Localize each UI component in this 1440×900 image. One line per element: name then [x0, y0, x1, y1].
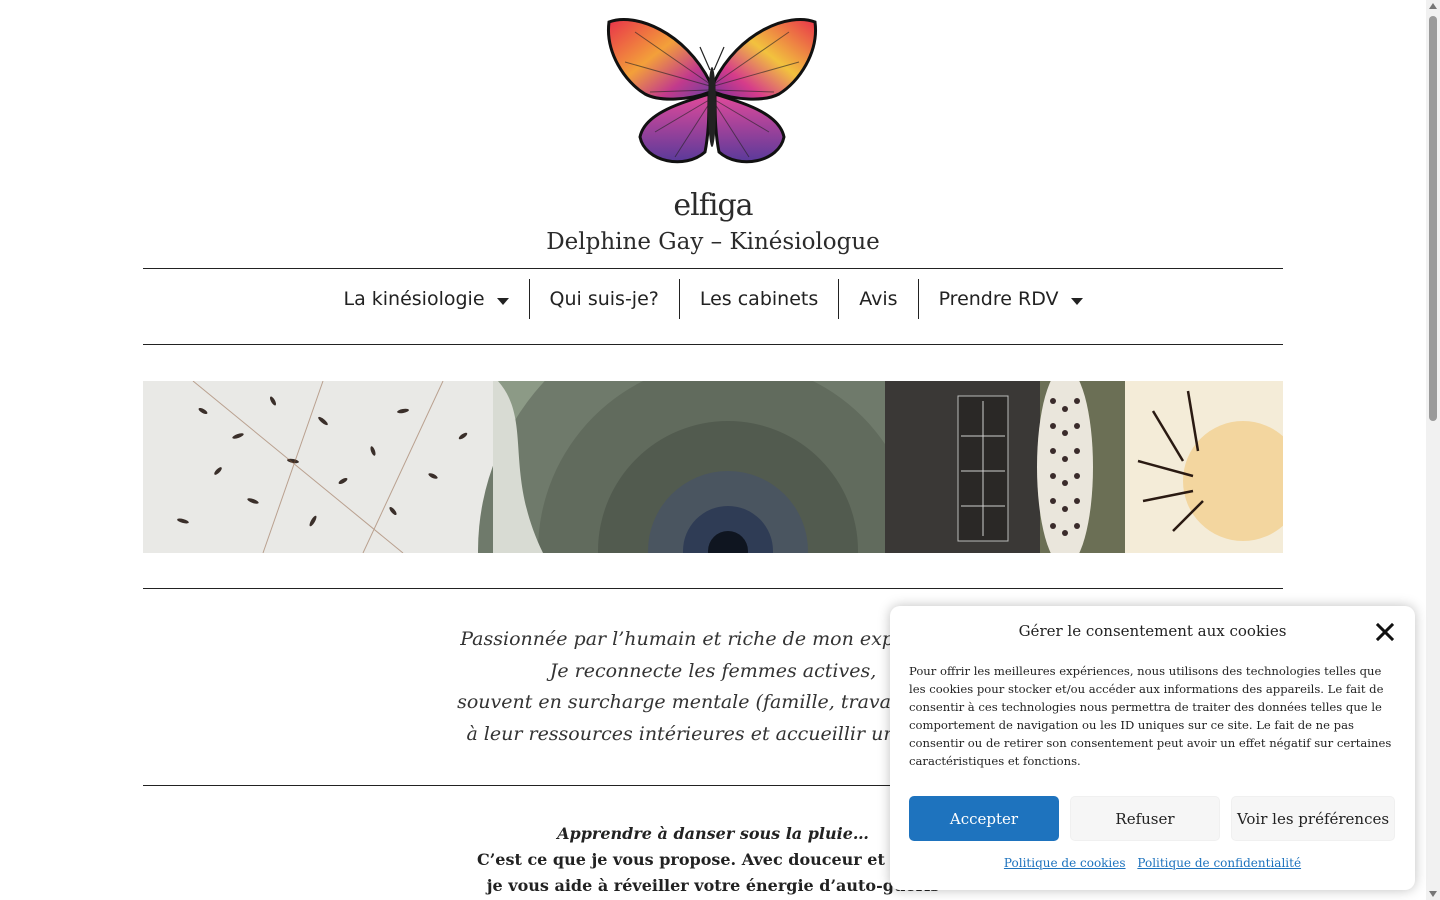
nav-item-qui-suis-je[interactable]: Qui suis-je? — [530, 279, 679, 319]
cookie-policy-link[interactable]: Politique de cookies — [1004, 856, 1126, 870]
accept-button[interactable]: Accepter — [909, 796, 1059, 841]
hero-banner-image — [143, 381, 1283, 553]
nav-item-prendre-rdv[interactable]: Prendre RDV — [919, 279, 1103, 319]
scrollbar-thumb[interactable] — [1429, 16, 1437, 421]
site-logo[interactable]: elfiga Delphine Gay – Kinésiologue — [143, 0, 1283, 268]
privacy-policy-link[interactable]: Politique de confidentialité — [1137, 856, 1301, 870]
nav-item-label: Qui suis-je? — [549, 288, 659, 310]
main-navigation: La kinésiologie Qui suis-je? Les cabinet… — [143, 279, 1283, 319]
deny-button[interactable]: Refuser — [1070, 796, 1220, 841]
nav-item-label: Les cabinets — [699, 288, 819, 310]
page-scrollbar[interactable] — [1426, 0, 1440, 900]
cookie-dialog-title: Gérer le consentement aux cookies — [1018, 622, 1287, 640]
view-preferences-button[interactable]: Voir les préférences — [1231, 796, 1395, 841]
nav-divider — [143, 344, 1283, 345]
nav-item-kinesiologie[interactable]: La kinésiologie — [324, 279, 529, 319]
scroll-up-arrow-icon[interactable] — [1429, 3, 1437, 9]
brand-subtitle: Delphine Gay – Kinésiologue — [546, 229, 880, 255]
cookie-policy-links: Politique de cookies Politique de confid… — [890, 856, 1415, 870]
nav-item-label: La kinésiologie — [343, 288, 485, 310]
close-icon[interactable] — [1375, 622, 1395, 642]
cookie-dialog-body: Pour offrir les meilleures expériences, … — [909, 664, 1392, 768]
butterfly-logo-icon — [606, 18, 818, 164]
caret-down-icon — [496, 297, 509, 305]
header-divider — [143, 268, 1283, 269]
nav-item-label: Prendre RDV — [938, 288, 1059, 310]
brand-name: elfiga — [673, 188, 753, 223]
caret-down-icon — [1070, 297, 1083, 305]
nav-item-label: Avis — [859, 288, 898, 310]
nav-item-avis[interactable]: Avis — [839, 279, 917, 319]
section-divider — [143, 588, 1283, 589]
nav-item-cabinets[interactable]: Les cabinets — [680, 279, 838, 319]
scroll-down-arrow-icon[interactable] — [1429, 891, 1437, 897]
cookie-consent-dialog: Gérer le consentement aux cookies Pour o… — [890, 606, 1415, 890]
